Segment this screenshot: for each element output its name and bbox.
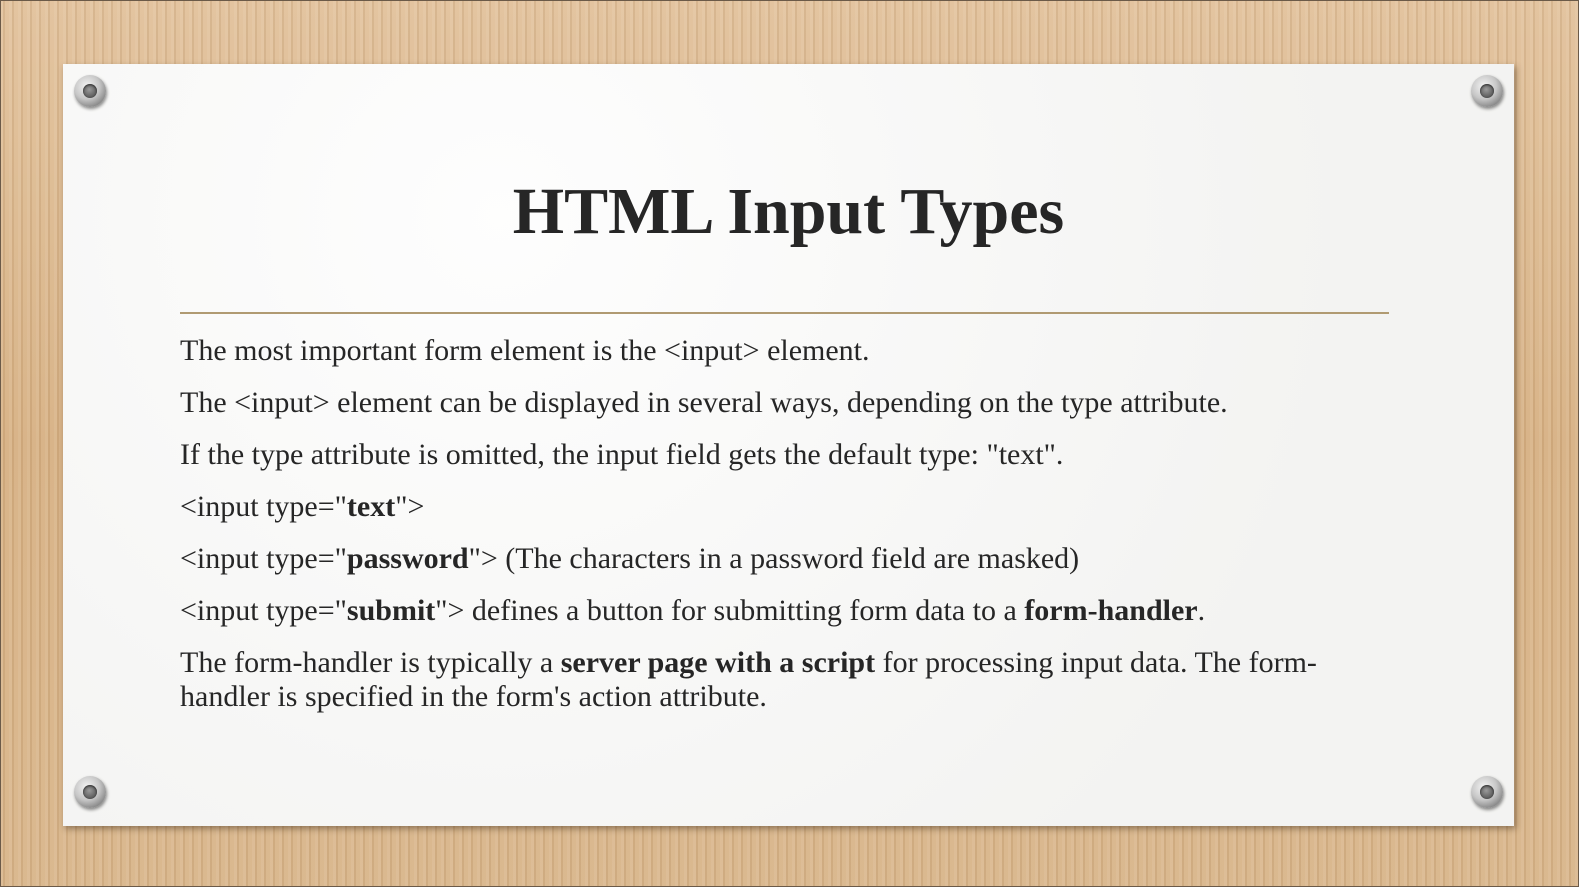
slide-paper: HTML Input Types The most important form…	[63, 64, 1514, 826]
body-paragraph-2: The <input> element can be displayed in …	[180, 386, 1228, 419]
code-suffix: ">	[395, 490, 425, 523]
pushpin-icon	[74, 75, 106, 107]
corkboard-background: HTML Input Types The most important form…	[0, 0, 1579, 887]
body-paragraph-7: The form-handler is typically a server p…	[180, 646, 1395, 714]
body-paragraph-3: If the type attribute is omitted, the in…	[180, 438, 1064, 471]
bold-term: form-handler	[1024, 594, 1198, 627]
pushpin-icon	[1471, 776, 1503, 808]
body-paragraph-6: <input type="submit"> defines a button f…	[180, 594, 1395, 628]
code-prefix: <input type="	[180, 594, 347, 627]
text-middle: "> defines a button for submitting form …	[435, 594, 1025, 627]
text-suffix: .	[1197, 594, 1206, 627]
title-divider	[180, 312, 1389, 314]
code-type-value: text	[346, 490, 396, 523]
text-prefix: The form-handler is typically a	[180, 646, 561, 679]
code-prefix: <input type="	[180, 490, 347, 523]
body-paragraph-5: <input type="password"> (The characters …	[180, 542, 1395, 576]
code-suffix: "> (The characters in a password field a…	[468, 542, 1080, 575]
pushpin-icon	[74, 776, 106, 808]
code-type-value: password	[346, 542, 469, 575]
pushpin-icon	[1471, 75, 1503, 107]
bold-term: server page with a script	[560, 646, 876, 679]
code-type-value: submit	[346, 594, 436, 627]
body-paragraph-4: <input type="text">	[180, 490, 1395, 524]
slide-title: HTML Input Types	[512, 175, 1065, 248]
slide-body: The most important form element is the <…	[180, 334, 1395, 732]
body-paragraph-1: The most important form element is the <…	[180, 334, 870, 367]
code-prefix: <input type="	[180, 542, 347, 575]
